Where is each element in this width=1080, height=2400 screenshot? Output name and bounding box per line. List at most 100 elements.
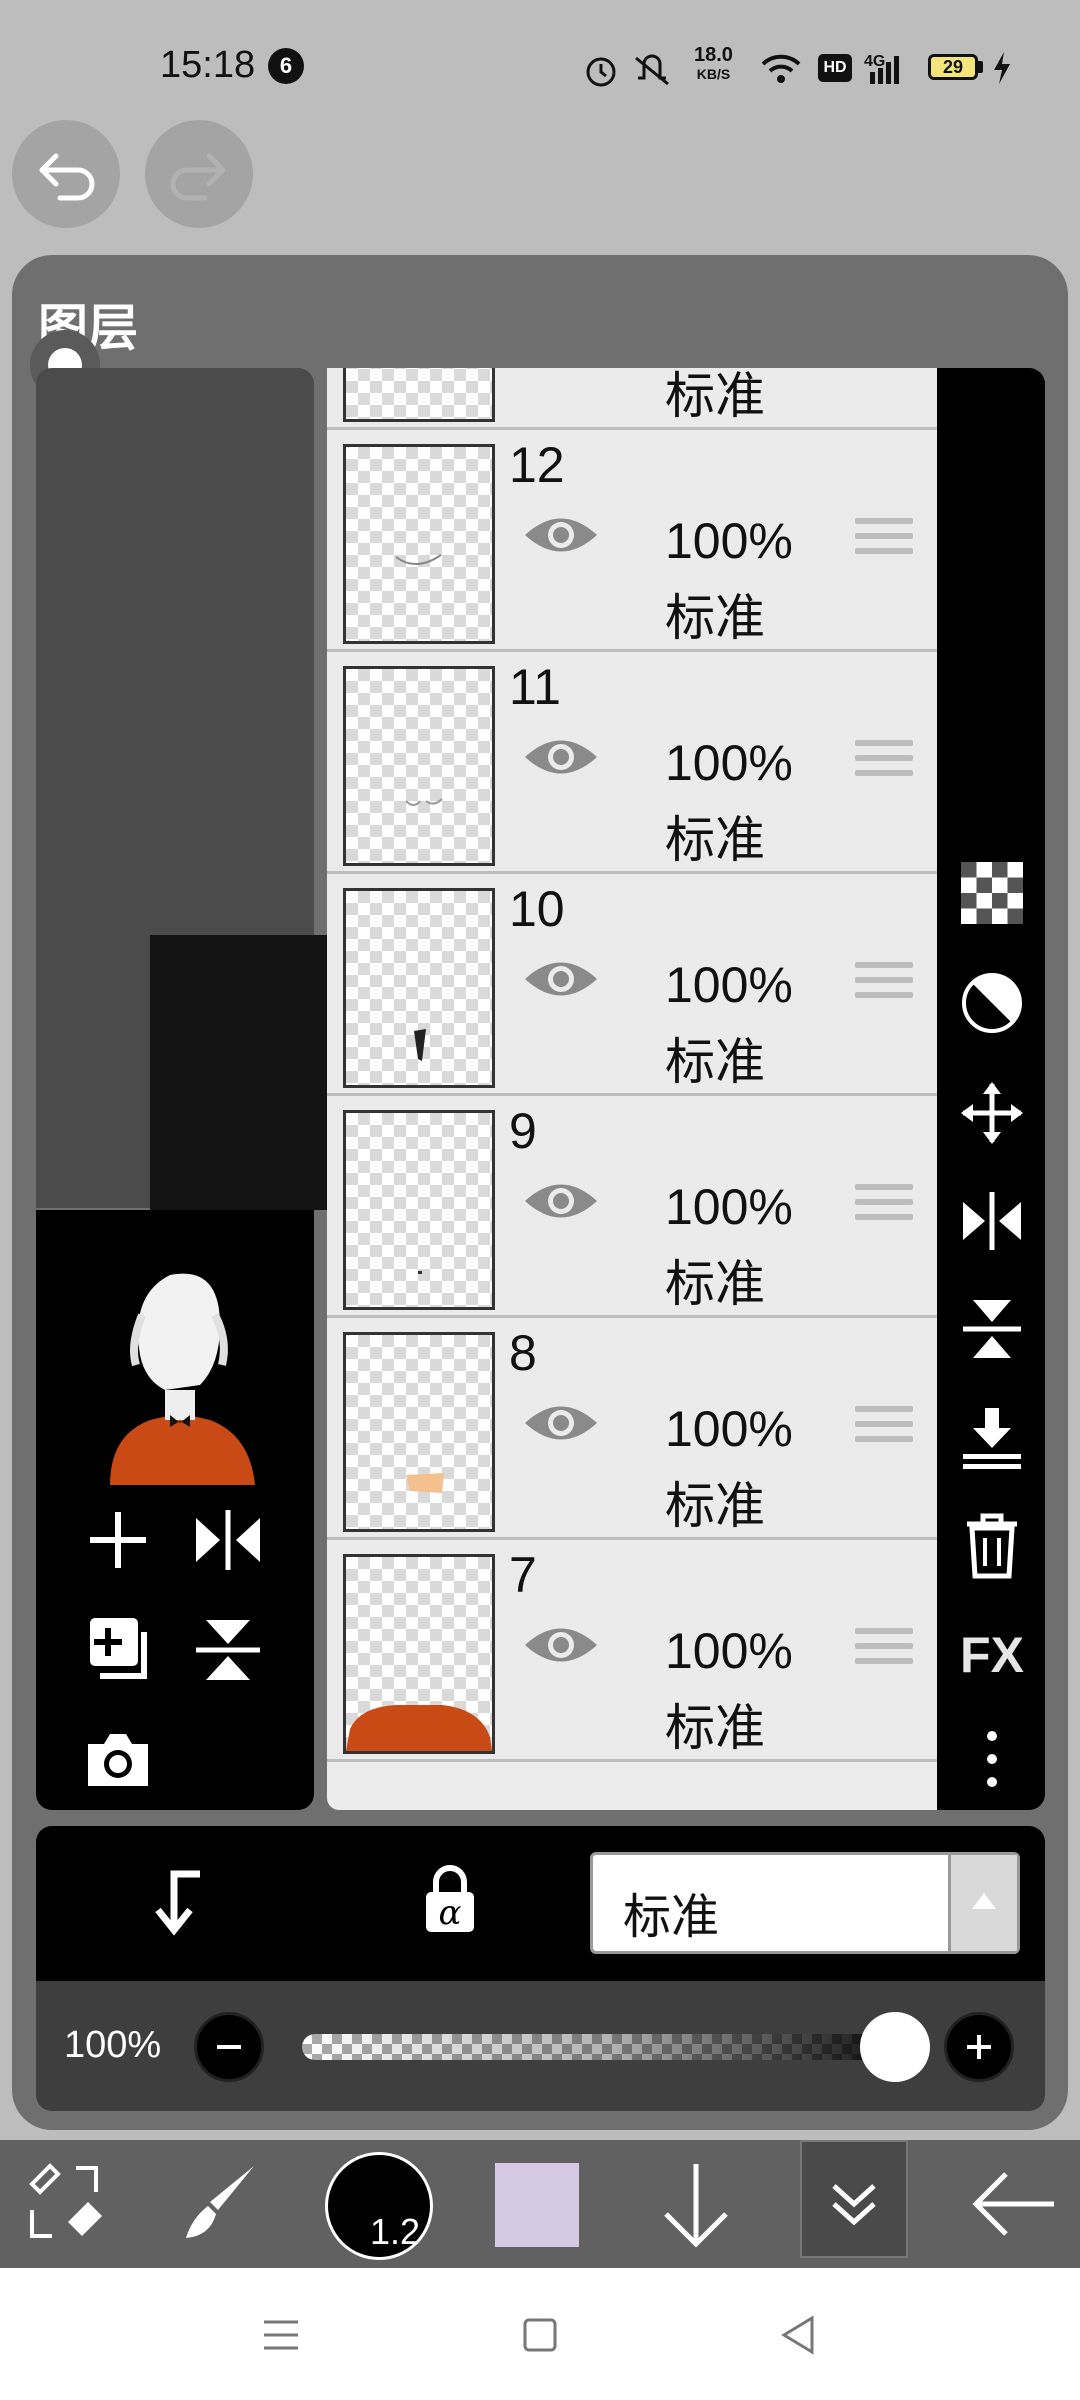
transparent-fill-button[interactable] — [957, 858, 1027, 928]
back-button[interactable] — [950, 2140, 1070, 2268]
layer-opacity: 100% — [665, 735, 793, 791]
flip-vertical-icon — [196, 1620, 260, 1680]
battery-indicator: 29 — [928, 54, 978, 80]
chevron-up-icon[interactable] — [948, 1855, 1017, 1951]
move-button[interactable] — [957, 1078, 1027, 1148]
opacity-slider-knob[interactable] — [860, 2012, 930, 2082]
network-speed: 18.0 KB/S — [694, 44, 733, 82]
layer-blend-mode: 标准 — [665, 1700, 765, 1756]
mute-icon — [635, 54, 669, 86]
collapse-panel-button[interactable] — [800, 2140, 908, 2258]
redo-button[interactable] — [145, 120, 253, 228]
drag-handle-icon[interactable] — [855, 518, 913, 564]
merge-down-button[interactable] — [957, 1402, 1027, 1472]
double-chevron-down-icon — [832, 2184, 876, 2226]
more-options-button[interactable] — [957, 1724, 1027, 1794]
checkerboard-icon — [961, 862, 1023, 924]
layer-opacity: 100% — [665, 1623, 793, 1679]
alpha-lock-icon: α — [426, 1865, 474, 1933]
merge-down-icon — [963, 1408, 1021, 1469]
move-icon — [961, 1082, 1023, 1144]
layer-row[interactable]: 7 100% 标准 — [327, 1540, 937, 1762]
layer-blend-mode: 标准 — [665, 812, 765, 868]
drag-handle-icon[interactable] — [855, 1628, 913, 1674]
camera-button[interactable] — [78, 1720, 158, 1800]
layer-blend-mode: 标准 — [665, 1034, 765, 1090]
back-nav-button[interactable] — [764, 2300, 834, 2370]
clipping-button[interactable] — [134, 1860, 214, 1940]
eye-icon[interactable] — [521, 510, 601, 560]
fx-button[interactable]: FX — [957, 1620, 1027, 1690]
invert-button[interactable] — [957, 968, 1027, 1038]
trash-icon — [967, 1513, 1017, 1579]
eye-icon[interactable] — [521, 732, 601, 782]
layer-row[interactable]: 标准 — [327, 368, 937, 430]
canvas-preview-dark — [150, 935, 330, 1210]
notification-count-badge: 6 — [268, 48, 304, 84]
alpha-lock-button[interactable]: α — [410, 1860, 490, 1940]
plus-icon — [967, 2035, 991, 2059]
drag-handle-icon[interactable] — [855, 1184, 913, 1230]
charging-icon — [994, 52, 1010, 84]
arrow-left-icon — [972, 2172, 1054, 2236]
undo-button[interactable] — [12, 120, 120, 228]
flip-vertical-button[interactable] — [188, 1610, 268, 1690]
opacity-increase-button[interactable] — [944, 2012, 1014, 2082]
flip-vertical-layer-button[interactable] — [957, 1294, 1027, 1364]
blend-mode-select[interactable]: 标准 — [590, 1852, 1020, 1954]
layer-opacity: 100% — [665, 1179, 793, 1235]
layer-action-bar: FX — [937, 368, 1045, 1810]
layer-number: 11 — [509, 659, 561, 715]
layer-blend-mode: 标准 — [665, 1478, 765, 1534]
layer-thumbnail — [343, 368, 495, 422]
delete-layer-button[interactable] — [957, 1510, 1027, 1580]
eye-icon[interactable] — [521, 1176, 601, 1226]
add-layer-button[interactable] — [78, 1500, 158, 1580]
layer-row[interactable]: 10 100% 标准 — [327, 874, 937, 1096]
flip-horizontal-button[interactable] — [188, 1500, 268, 1580]
brush-size-button[interactable]: 1.2 — [325, 2152, 433, 2260]
more-vertical-icon — [987, 1731, 997, 1787]
eye-icon[interactable] — [521, 954, 601, 1004]
arrow-down-button[interactable] — [636, 2140, 756, 2268]
flip-horizontal-layer-button[interactable] — [957, 1186, 1027, 1256]
drag-handle-icon[interactable] — [855, 962, 913, 1008]
wifi-icon — [761, 54, 801, 83]
layer-number: 7 — [509, 1547, 537, 1603]
opacity-value: 100% — [64, 2024, 162, 2066]
color-swatch[interactable] — [495, 2163, 579, 2247]
back-triangle-icon — [781, 2315, 814, 2355]
home-square-icon — [523, 2318, 557, 2352]
menu-nav-button[interactable] — [246, 2300, 316, 2370]
layer-thumbnail — [343, 888, 495, 1088]
layer-thumbnail — [343, 1332, 495, 1532]
layer-row[interactable]: 8 100% 标准 — [327, 1318, 937, 1540]
layer-row[interactable]: 12 100% 标准 — [327, 430, 937, 652]
home-nav-button[interactable] — [505, 2300, 575, 2370]
layer-row[interactable]: 11 100% 标准 — [327, 652, 937, 874]
arrow-down-icon — [664, 2164, 728, 2248]
eye-icon[interactable] — [521, 1620, 601, 1670]
drag-handle-icon[interactable] — [855, 740, 913, 786]
drag-handle-icon[interactable] — [855, 1406, 913, 1452]
layer-thumbnail — [343, 1554, 495, 1754]
canvas-thumbnail — [70, 1255, 290, 1485]
layer-blend-mode: 标准 — [665, 1256, 765, 1312]
opacity-decrease-button[interactable] — [194, 2012, 264, 2082]
eye-icon[interactable] — [521, 1398, 601, 1448]
tool-swap-button[interactable] — [6, 2140, 126, 2268]
layer-number: 10 — [509, 881, 565, 937]
clipping-arrow-icon — [155, 1870, 200, 1936]
svg-text:4G: 4G — [864, 53, 885, 70]
opacity-slider-track[interactable] — [302, 2034, 922, 2060]
layer-blend-mode: 标准 — [665, 590, 765, 646]
brush-tool-button[interactable] — [162, 2140, 282, 2268]
layer-thumbnail — [343, 1110, 495, 1310]
tool-swap-icon — [29, 2163, 102, 2238]
duplicate-layer-button[interactable] — [78, 1610, 158, 1690]
layer-row[interactable]: 9 100% 标准 — [327, 1096, 937, 1318]
flip-vertical-icon — [963, 1300, 1021, 1358]
svg-text:α: α — [439, 1893, 462, 1933]
blend-mode-value: 标准 — [623, 1891, 720, 1944]
layer-list[interactable]: 标准 12 100% 标准 11 100% 标准 10 100% 标准 9 10… — [327, 368, 937, 1810]
